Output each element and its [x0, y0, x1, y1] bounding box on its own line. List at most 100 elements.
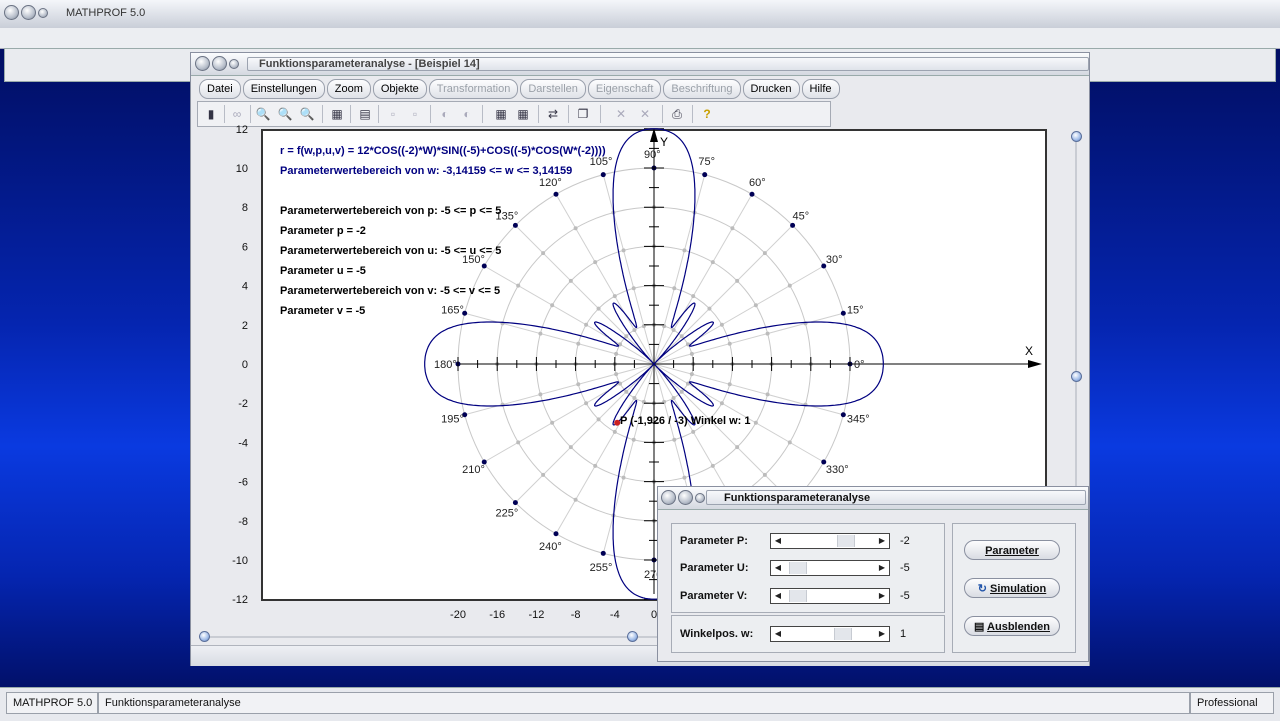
grid-node — [584, 401, 589, 406]
grid-node — [765, 331, 770, 336]
menu-drucken[interactable]: Drucken — [742, 79, 800, 99]
angle-marker — [512, 500, 518, 506]
minimize-icon[interactable] — [678, 490, 693, 505]
box2-icon[interactable]: ▫ — [406, 106, 424, 122]
status-app: MATHPROF 5.0 — [6, 692, 98, 714]
zoom-out-icon[interactable]: 🔍 — [254, 106, 272, 122]
angle-label: 330° — [826, 464, 849, 476]
delete-icon[interactable]: ✕ — [612, 106, 630, 122]
grid-node — [727, 382, 732, 387]
menu-hilfe[interactable]: Hilfe — [801, 79, 840, 99]
grid2-icon[interactable]: ◐ — [458, 106, 476, 122]
arrow-right-icon[interactable]: ▶ — [875, 627, 889, 641]
parameter-button[interactable]: Parameter — [964, 540, 1060, 560]
angle-label: 180° — [434, 359, 457, 371]
close-icon[interactable] — [4, 5, 19, 20]
menu-darstellen[interactable]: Darstellen — [520, 79, 586, 99]
close-icon[interactable] — [661, 490, 676, 505]
grid-node — [624, 389, 629, 394]
table-icon[interactable]: ▦ — [492, 106, 510, 122]
arrow-left-icon[interactable]: ◀ — [771, 627, 785, 641]
scroll-left-knob[interactable] — [199, 631, 210, 642]
y-tick-label: 2 — [242, 320, 248, 332]
menu-transformation[interactable]: Transformation — [428, 79, 519, 99]
angle-label: 195° — [441, 413, 464, 425]
arrow-right-icon[interactable]: ▶ — [875, 534, 889, 548]
slider-thumb[interactable] — [788, 562, 807, 574]
restore-icon[interactable] — [38, 8, 48, 18]
formula-text: r = f(w,p,u,v) = 12*COS((-2)*W)*SIN((-5)… — [280, 145, 606, 157]
grid-node — [762, 472, 767, 477]
minimize-icon[interactable] — [212, 56, 227, 71]
y-tick-label: -6 — [238, 477, 248, 489]
arrow-right-icon[interactable]: ▶ — [875, 561, 889, 575]
menu-objekte[interactable]: Objekte — [372, 79, 427, 99]
scroll-thumb[interactable] — [627, 631, 638, 642]
point-label: P (-1,926 / -3) Winkel w: 1 — [620, 415, 751, 427]
app-title-bar: MATHPROF 5.0 — [0, 0, 1280, 29]
zoom-icon[interactable]: 🔍 — [276, 106, 294, 122]
properties-icon[interactable]: ▦ — [328, 106, 346, 122]
slider-thumb[interactable] — [788, 590, 807, 602]
angle-label: 15° — [847, 305, 864, 317]
arrow-left-icon[interactable]: ◀ — [771, 589, 785, 603]
param-v-text: Parameter v = -5 — [280, 305, 365, 317]
grid-node — [679, 334, 684, 339]
grid-node — [621, 475, 626, 480]
copy-icon[interactable]: ❐ — [574, 106, 592, 122]
slider-thumb[interactable] — [833, 628, 852, 640]
grid-ray — [653, 363, 793, 503]
print-icon[interactable]: ⎙ — [668, 106, 686, 122]
scroll-thumb[interactable] — [1071, 371, 1082, 382]
menu-zoom[interactable]: Zoom — [326, 79, 371, 99]
param-u-slider[interactable]: ◀ ▶ — [770, 560, 890, 576]
grid-icon[interactable]: ◐ — [436, 106, 454, 122]
y-tick-label: 10 — [236, 163, 248, 175]
menu-datei[interactable]: Datei — [199, 79, 241, 99]
calculator-icon[interactable]: ▮ — [202, 106, 220, 122]
range-p-text: Parameterwertebereich von p: -5 <= p <= … — [280, 205, 501, 217]
export-icon[interactable]: ⇄ — [544, 106, 562, 122]
restore-icon[interactable] — [229, 59, 239, 69]
simulation-button[interactable]: ↻ Simulation — [964, 578, 1060, 598]
arrow-left-icon[interactable]: ◀ — [771, 561, 785, 575]
y-axis-label: Y — [660, 135, 668, 149]
toolbar-separator — [378, 105, 379, 123]
angle-label: 105° — [590, 156, 613, 168]
scroll-up-knob[interactable] — [1071, 131, 1082, 142]
angle-marker — [702, 172, 708, 178]
range-w-text: Parameterwertebereich von w: -3,14159 <=… — [280, 165, 572, 177]
param-p-text: Parameter p = -2 — [280, 225, 366, 237]
param-p-slider[interactable]: ◀ ▶ — [770, 533, 890, 549]
ausblenden-button[interactable]: ▤ Ausblenden — [964, 616, 1060, 636]
angle-label: 0° — [854, 359, 865, 371]
grid-node — [541, 251, 546, 256]
zoom-in-icon[interactable]: 🔍 — [298, 106, 316, 122]
slider-thumb[interactable] — [836, 535, 855, 547]
grid-node — [671, 328, 676, 333]
menu-beschriftung[interactable]: Beschriftung — [663, 79, 741, 99]
toolbar-separator — [350, 105, 351, 123]
binoculars-icon[interactable]: ∞ — [228, 106, 246, 122]
window-icon[interactable]: ▤ — [356, 106, 374, 122]
grid-node — [691, 429, 696, 434]
help-icon[interactable]: ? — [698, 106, 716, 122]
toolbar-separator — [568, 105, 569, 123]
angle-slider[interactable]: ◀ ▶ — [770, 626, 890, 642]
table2-icon[interactable]: ▦ — [514, 106, 532, 122]
grid-node — [568, 278, 573, 283]
menu-eigenschaft[interactable]: Eigenschaft — [587, 79, 662, 99]
param-u-value: -5 — [900, 562, 910, 574]
arrow-right-icon[interactable]: ▶ — [875, 589, 889, 603]
menu-einstellungen[interactable]: Einstellungen — [242, 79, 325, 99]
angle-marker — [840, 412, 846, 418]
restore-icon[interactable] — [695, 493, 705, 503]
status-edition: Professional — [1190, 692, 1274, 714]
close-icon[interactable] — [195, 56, 210, 71]
minimize-icon[interactable] — [21, 5, 36, 20]
grid-node — [719, 322, 724, 327]
box-icon[interactable]: ▫ — [384, 106, 402, 122]
delete2-icon[interactable]: ✕ — [636, 106, 654, 122]
arrow-left-icon[interactable]: ◀ — [771, 534, 785, 548]
param-v-slider[interactable]: ◀ ▶ — [770, 588, 890, 604]
